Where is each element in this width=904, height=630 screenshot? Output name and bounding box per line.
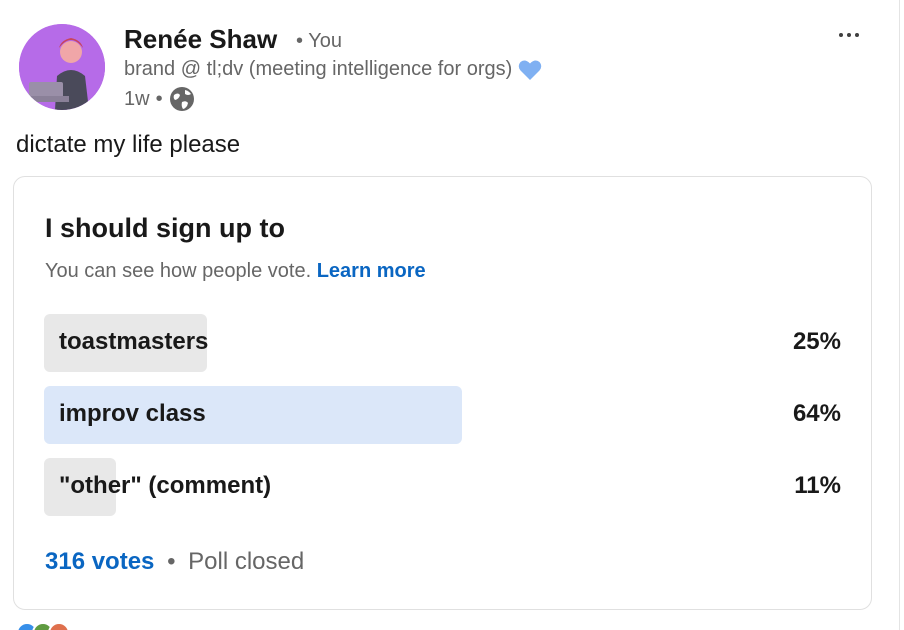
more-options-icon [839,33,843,37]
love-reaction-icon [48,622,70,630]
poll-footer: 316 votes • Poll closed [45,548,304,576]
more-options-dot [847,33,851,37]
poll-option-label: "other" (comment) [59,472,272,499]
poll-visibility-note: You can see how people vote. Learn more [45,260,426,283]
poll-option-label: improv class [59,400,206,427]
poll-option-toastmasters[interactable]: toastmasters 25% [44,314,842,372]
you-label: • You [296,30,342,53]
blue-heart-icon [519,60,542,80]
poll-question: I should sign up to [45,213,285,243]
post-text: dictate my life please [16,131,241,158]
more-options-dot [855,33,859,37]
more-options-button[interactable] [832,20,866,50]
poll-option-label: toastmasters [59,328,209,355]
post-timestamp: 1w • [124,86,195,112]
reactions-strip[interactable] [16,622,896,630]
poll-option-percent: 25% [792,328,841,355]
poll-card: I should sign up to You can see how peop… [13,176,872,610]
avatar-photo [19,24,105,110]
poll-option-percent: 64% [792,400,841,427]
author-avatar[interactable] [19,24,105,110]
author-headline: brand @ tl;dv (meeting intelligence for … [124,58,542,81]
headline-text: brand @ tl;dv (meeting intelligence for … [124,58,513,80]
time-separator: • [155,87,163,110]
poll-option-other[interactable]: "other" (comment) 11% [44,458,842,516]
poll-note-text: You can see how people vote. [45,260,312,282]
learn-more-link[interactable]: Learn more [317,260,426,282]
poll-option-percent: 11% [794,472,841,499]
name-separator: • [296,30,304,52]
footer-separator: • [167,548,176,575]
poll-status: Poll closed [188,548,305,575]
author-name[interactable]: Renée Shaw [124,24,277,55]
poll-option-improv-class[interactable]: improv class 64% [44,386,842,444]
you-badge: You [308,30,342,52]
globe-icon [169,87,194,111]
votes-count-link[interactable]: 316 votes [45,548,154,575]
time-ago: 1w [124,87,150,110]
